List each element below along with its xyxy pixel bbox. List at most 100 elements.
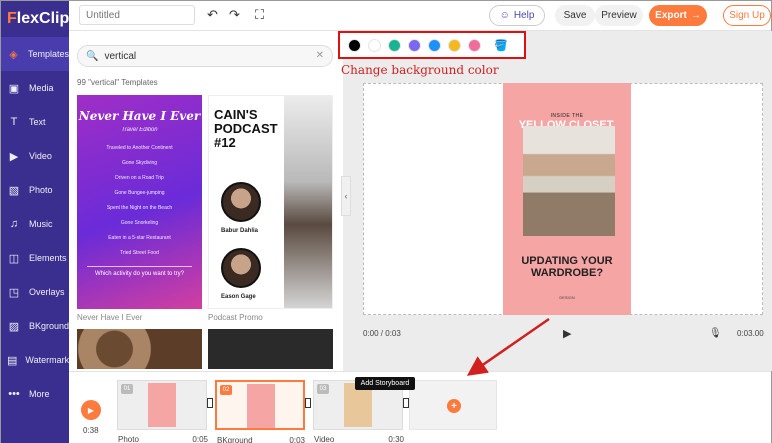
template-list-item: Spent the Night on the Beach (106, 205, 173, 211)
sidebar-item-label: BKground (28, 321, 69, 331)
template-list-item: Eaten in a 5-star Restaurant (108, 235, 171, 241)
clip-duration: 0:03 (289, 436, 305, 443)
current-time: 0:00 / 0:03 (363, 328, 401, 338)
host-avatar (221, 248, 261, 288)
template-label: Podcast Promo (208, 313, 263, 322)
clip-thumbnail (148, 383, 176, 427)
media-icon: ▣ (8, 82, 20, 95)
chevron-left-icon: ‹ (344, 191, 348, 201)
help-button[interactable]: ☺ Help (489, 5, 545, 26)
color-swatch[interactable] (408, 38, 421, 52)
microphone-icon[interactable]: 🎙 (709, 328, 722, 339)
top-bar: ↶ ↷ ⛶ ☺Help Save Preview Export→ Sign Up (69, 1, 771, 31)
color-swatch[interactable] (388, 38, 401, 52)
collapse-panel-button[interactable]: ‹ (341, 176, 351, 216)
preview-button[interactable]: Preview (595, 5, 643, 26)
template-card-never-have-i-ever[interactable]: Never Have I Ever Travel Edition Travele… (77, 95, 202, 309)
more-icon: ••• (8, 388, 20, 400)
template-card-dark[interactable] (208, 329, 333, 369)
play-icon[interactable]: ▶ (563, 327, 571, 340)
sidebar-item-label: More (29, 389, 50, 399)
total-duration: 0:38 (83, 426, 99, 435)
project-title-input[interactable] (79, 5, 195, 25)
template-card-podcast-promo[interactable]: CAIN'S PODCAST #12 Babur Dahlia Eason Ga… (208, 95, 333, 309)
preview-photo (523, 126, 615, 236)
sidebar-nav: ◈ Templates ▣ Media T Text ▶ Video ▧ Photo ♫ Music ◫… (1, 37, 69, 411)
storyboard: ▶ 0:38 01 Photo 0:05 02 BKground 0:03 03 Video 0… (69, 371, 771, 443)
sidebar-item-label: Text (29, 117, 46, 127)
clip-number: 03 (317, 384, 329, 394)
template-card-coffee[interactable] (77, 329, 202, 369)
clip-name: Photo (118, 435, 139, 443)
app-window: FlexClip ◈ Templates ▣ Media T Text ▶ Video ▧ Pho… (0, 0, 772, 443)
photo-icon: ▧ (8, 184, 20, 197)
clear-icon[interactable]: ✕ (316, 50, 324, 61)
sidebar-item-label: Overlays (29, 287, 65, 297)
sidebar-item-label: Media (29, 83, 54, 93)
clip-number: 01 (121, 384, 133, 394)
sidebar-item-text[interactable]: T Text (1, 105, 69, 139)
search-input[interactable]: vertical (104, 51, 136, 62)
redo-icon[interactable]: ↷ (229, 7, 240, 23)
template-list-item: Tried Street Food (120, 250, 159, 256)
transition-icon[interactable] (305, 398, 311, 408)
template-list-item: Driven on a Road Trip (115, 175, 164, 181)
sidebar-item-elements[interactable]: ◫ Elements (1, 241, 69, 275)
play-icon: ▶ (87, 405, 95, 415)
sidebar-item-label: Templates (27, 49, 69, 59)
sidebar-item-watermark[interactable]: ▤ Watermark (1, 343, 69, 377)
color-swatch[interactable] (428, 38, 441, 52)
layers-icon: ◈ (9, 48, 18, 61)
save-button[interactable]: Save (555, 5, 595, 26)
canvas-area: INSIDE THE YELLOW CLOSET. UPDATING YOUR … (343, 31, 772, 371)
help-icon: ☺ (499, 10, 510, 21)
sidebar-item-video[interactable]: ▶ Video (1, 139, 69, 173)
video-frame[interactable]: INSIDE THE YELLOW CLOSET. UPDATING YOUR … (503, 83, 631, 315)
background-icon: ▨ (8, 320, 20, 333)
sidebar-item-bkground[interactable]: ▨ BKground (1, 309, 69, 343)
transition-icon[interactable] (207, 398, 213, 408)
sidebar-item-templates[interactable]: ◈ Templates (1, 37, 69, 71)
template-list-item: Traveled to Another Continent (106, 145, 173, 151)
sidebar-item-label: Photo (29, 185, 53, 195)
sidebar-item-photo[interactable]: ▧ Photo (1, 173, 69, 207)
clip-number: 02 (220, 385, 232, 395)
sidebar-item-label: Video (29, 151, 52, 161)
player-controls: 0:00 / 0:03 ▶ 🎙 0:03.00 (343, 321, 772, 345)
overlays-icon: ◳ (8, 286, 20, 299)
storyboard-clip[interactable]: 02 BKground 0:03 (215, 380, 305, 443)
play-all-button[interactable]: ▶ (81, 400, 101, 420)
sidebar: FlexClip ◈ Templates ▣ Media T Text ▶ Video ▧ Pho… (1, 1, 69, 443)
undo-icon[interactable]: ↶ (207, 7, 218, 23)
sidebar-item-more[interactable]: ••• More (1, 377, 69, 411)
flexclip-logo[interactable]: FlexClip (1, 1, 69, 37)
elements-icon: ◫ (8, 252, 20, 265)
arrow-right-icon: → (690, 10, 701, 21)
fullscreen-icon[interactable]: ⛶ (255, 7, 264, 23)
host-avatar (221, 182, 261, 222)
sidebar-item-music[interactable]: ♫ Music (1, 207, 69, 241)
music-icon: ♫ (9, 218, 19, 230)
search-icon: 🔍 (86, 50, 99, 62)
color-swatch[interactable] (348, 38, 361, 52)
add-storyboard-button[interactable]: + (447, 399, 461, 413)
watermark-icon: ▤ (7, 354, 18, 367)
template-list-item: Gone Snorkeling (120, 220, 159, 226)
color-swatch[interactable] (468, 38, 481, 52)
export-button[interactable]: Export → (649, 5, 707, 26)
storyboard-clip[interactable]: 01 Photo 0:05 (117, 380, 208, 443)
paint-bucket-icon[interactable]: 🪣 (494, 39, 508, 52)
signup-button[interactable]: Sign Up (723, 5, 771, 26)
sidebar-item-media[interactable]: ▣ Media (1, 71, 69, 105)
color-swatch[interactable] (448, 38, 461, 52)
add-storyboard-slot[interactable]: + (409, 380, 497, 430)
template-search[interactable]: 🔍 vertical ✕ (77, 45, 333, 67)
sidebar-item-overlays[interactable]: ◳ Overlays (1, 275, 69, 309)
template-count: 99 "vertical" Templates (77, 78, 158, 87)
template-list-item: Gone Bungee-jumping (114, 190, 165, 196)
clip-duration: 0:05 (192, 435, 208, 443)
color-swatch[interactable] (368, 38, 381, 52)
templates-panel: 🔍 vertical ✕ 99 "vertical" Templates Nev… (69, 31, 341, 371)
template-list: Traveled to Another Continent Gone Skydiv… (77, 145, 202, 256)
add-storyboard-tooltip: Add Storyboard (355, 377, 415, 390)
